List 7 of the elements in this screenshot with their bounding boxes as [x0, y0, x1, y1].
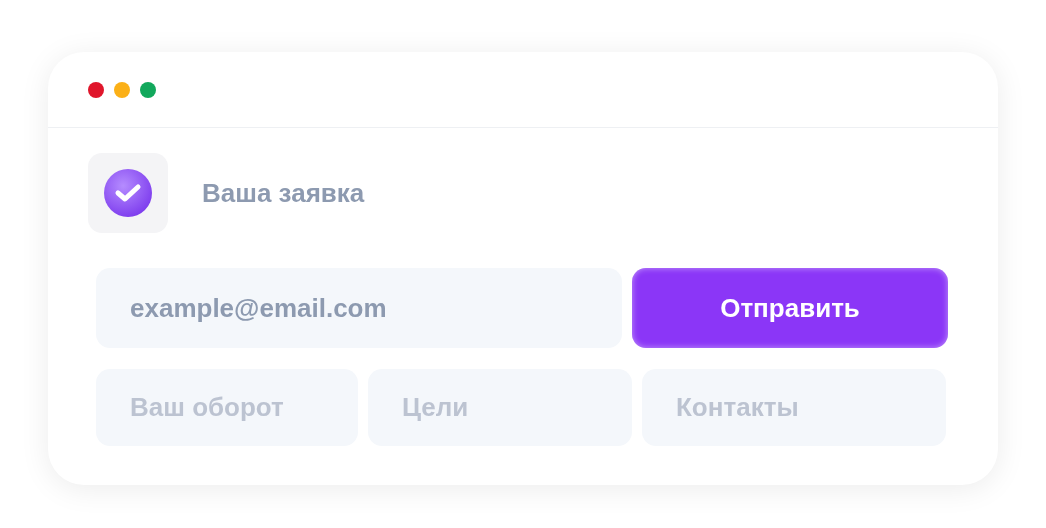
text-field[interactable]: Цели	[368, 369, 632, 446]
text-field[interactable]: Ваш оборот	[96, 369, 358, 446]
check-circle-icon	[104, 169, 152, 217]
submit-button[interactable]: Отправить	[632, 268, 948, 348]
text-field[interactable]: Контакты	[642, 369, 946, 446]
form-title: Ваша заявка	[202, 176, 365, 210]
email-field[interactable]: example@email.com	[96, 268, 622, 348]
